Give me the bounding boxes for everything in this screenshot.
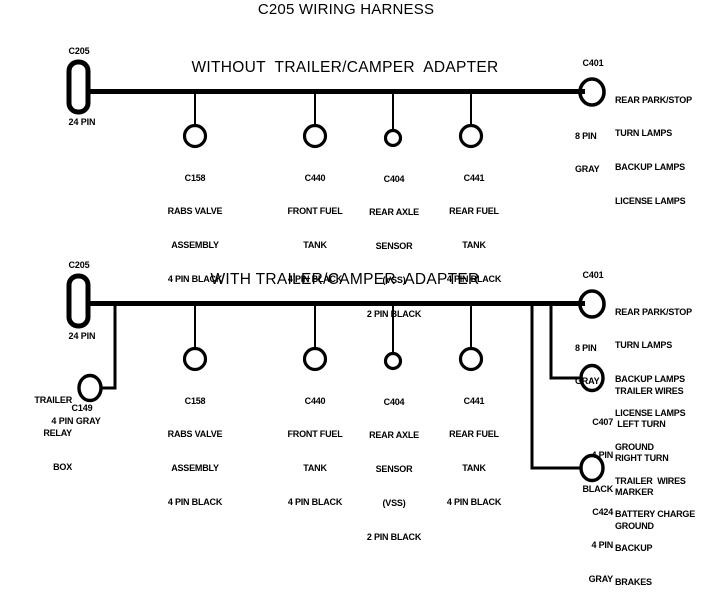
connector-desc-line: 2 PIN BLACK <box>366 309 422 320</box>
connector-pins-c149-section2: 4 PIN GRAY <box>51 416 101 426</box>
connector-id-c407-section2: C407 <box>592 416 613 427</box>
connector-desc-line: TURN LAMPS <box>615 340 672 351</box>
connector-pins-c205-section2: 24 PIN <box>68 331 96 341</box>
connector-circle-c158-section2 <box>182 346 208 372</box>
connector-desc-line: FRONT FUEL <box>287 206 343 217</box>
connector-pins-line: 4 PIN <box>591 540 613 551</box>
connector-c205-body-section2 <box>66 273 91 329</box>
connector-desc-line: 4 PIN BLACK <box>287 497 343 508</box>
connector-id-c441-section1: C441 <box>463 172 485 183</box>
branch-path-c149-section2 <box>102 304 117 390</box>
connector-label-c404-section1: C404 REAR AXLE SENSOR (VSS) 2 PIN BLACK <box>366 151 422 343</box>
connector-id-c149-section2: C149 <box>71 403 93 413</box>
connector-desc-line: TURN LAMPS <box>615 128 672 139</box>
connector-desc-line: TANK <box>462 463 486 474</box>
connector-desc-line: ASSEMBLY <box>171 463 219 474</box>
connector-desc-line: BACKUP LAMPS <box>615 162 685 173</box>
connector-desc-line: RABS VALVE <box>167 206 223 217</box>
connector-desc-line: REAR PARK/STOP <box>615 306 692 317</box>
connector-id-c158-section1: C158 <box>184 172 206 183</box>
connector-desc-line: ASSEMBLY <box>171 240 219 251</box>
connector-label-c404-section2: C404 REAR AXLE SENSOR (VSS) 2 PIN BLACK <box>366 374 422 566</box>
connector-pins-line: 8 PIN <box>575 342 597 353</box>
connector-id-c424-section2: C424 <box>592 506 613 517</box>
connector-pins-c401-section1: 8 PIN GRAY <box>575 108 600 198</box>
connector-pins-line: 8 PIN <box>575 130 597 141</box>
connector-desc-line: REAR FUEL <box>449 206 499 217</box>
connector-id-c404-section2: C404 <box>383 396 405 407</box>
connector-label-c441-section2: C441 REAR FUEL TANK 4 PIN BLACK <box>446 373 502 531</box>
connector-desc-line: REAR AXLE <box>369 430 419 441</box>
connector-pins-line: GRAY <box>575 376 600 387</box>
connector-circle-c158-section1 <box>182 123 208 149</box>
connector-desc-line: BRAKES <box>615 577 652 588</box>
connector-c205-body-section1 <box>66 59 91 115</box>
connector-circle-c441-section2 <box>458 346 484 372</box>
connector-desc-line: RABS VALVE <box>167 429 223 440</box>
connector-circle-c149-section2 <box>77 373 103 403</box>
connector-desc-line: TANK <box>303 240 327 251</box>
connector-idpins-c424-section2: C424 4 PIN GRAY <box>588 484 614 608</box>
connector-pins-line: GRAY <box>588 574 614 585</box>
trailer-relay-box-line: TRAILER <box>34 394 72 405</box>
connector-desc-c424-section2: TRAILER WIRES BATTERY CHARGE BACKUP BRAK… <box>615 453 695 611</box>
trailer-relay-box-label: TRAILER RELAY BOX <box>34 372 72 496</box>
trailer-relay-box-line: BOX <box>53 462 72 473</box>
connector-id-c440-section1: C440 <box>304 172 326 183</box>
connector-circle-c440-section2 <box>302 346 328 372</box>
connector-circle-c440-section1 <box>302 123 328 149</box>
connector-desc-line: 2 PIN BLACK <box>366 532 422 543</box>
connector-desc-line: TRAILER WIRES <box>615 475 686 486</box>
branch-path-c424-section2 <box>530 305 580 470</box>
connector-desc-line: BATTERY CHARGE <box>615 509 696 520</box>
connector-desc-line: FRONT FUEL <box>287 429 343 440</box>
wiring-diagram: C205 WIRING HARNESS WITHOUT TRAILER/CAMP… <box>0 0 720 588</box>
connector-label-c158-section2: C158 RABS VALVE ASSEMBLY 4 PIN BLACK <box>168 373 223 531</box>
connector-id-c441-section2: C441 <box>463 395 485 406</box>
connector-desc-line: 4 PIN BLACK <box>167 497 223 508</box>
connector-desc-line: REAR AXLE <box>369 207 419 218</box>
connector-id-c205-section1: C205 <box>68 46 90 56</box>
connector-desc-line: REAR FUEL <box>449 429 499 440</box>
trailer-relay-box-line: RELAY <box>43 428 72 439</box>
connector-desc-line: (VSS) <box>382 498 406 509</box>
connector-id-c205-section2: C205 <box>68 260 90 270</box>
connector-id-c404-section1: C404 <box>383 173 405 184</box>
page-title: C205 WIRING HARNESS <box>257 1 435 18</box>
connector-desc-line: LICENSE LAMPS <box>615 196 686 207</box>
connector-desc-line: TANK <box>303 463 327 474</box>
connector-desc-line: 4 PIN BLACK <box>446 497 502 508</box>
connector-id-c158-section2: C158 <box>184 395 206 406</box>
connector-pins-line: 4 PIN <box>591 450 613 461</box>
connector-desc-line: REAR PARK/STOP <box>615 94 692 105</box>
connector-label-c440-section2: C440 FRONT FUEL TANK 4 PIN BLACK <box>288 373 343 531</box>
connector-pins-c205-section1: 24 PIN <box>68 117 96 127</box>
connector-circle-c404-section2 <box>383 351 403 371</box>
connector-pins-line: GRAY <box>575 164 600 175</box>
connector-id-c401-section1: C401 <box>582 58 604 68</box>
connector-desc-line: SENSOR <box>375 241 413 252</box>
connector-id-c401-section2: C401 <box>582 270 604 280</box>
connector-desc-line: TANK <box>462 240 486 251</box>
connector-desc-line: BACKUP <box>615 543 653 554</box>
connector-desc-c401-section1: REAR PARK/STOP TURN LAMPS BACKUP LAMPS L… <box>615 72 692 230</box>
connector-desc-line: LEFT TURN <box>615 419 666 430</box>
connector-desc-line: SENSOR <box>375 464 413 475</box>
section-heading-without-adapter: WITHOUT TRAILER/CAMPER ADAPTER <box>191 59 499 76</box>
connector-circle-c441-section1 <box>458 123 484 149</box>
section-heading-with-adapter: WITH TRAILER/CAMPER ADAPTER <box>210 271 480 288</box>
connector-desc-line: TRAILER WIRES <box>615 385 684 396</box>
connector-id-c440-section2: C440 <box>304 395 326 406</box>
connector-circle-c404-section1 <box>383 128 403 148</box>
